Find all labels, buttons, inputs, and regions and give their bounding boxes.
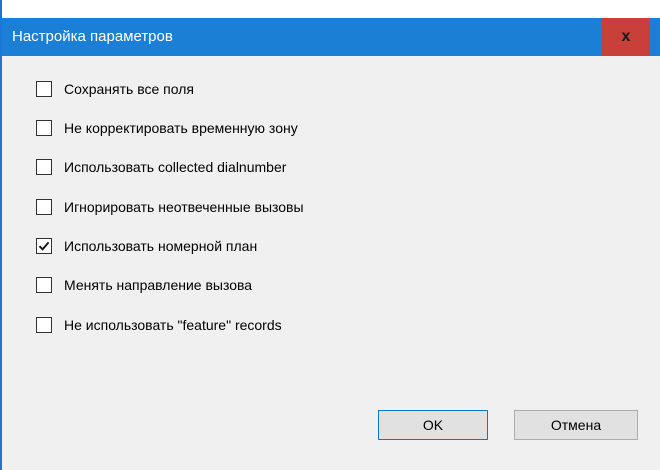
checkbox-checked[interactable]	[36, 238, 52, 254]
option-label: Использовать номерной план	[64, 238, 258, 254]
cancel-button[interactable]: Отмена	[514, 410, 638, 440]
checkmark-icon	[38, 241, 50, 251]
option-label: Менять направление вызова	[64, 277, 253, 293]
title-bar[interactable]: Настройка параметров x	[2, 0, 660, 56]
option-no-feature-records[interactable]: Не использовать "feature" records	[36, 314, 282, 336]
option-ignore-unanswered[interactable]: Игнорировать неотвеченные вызовы	[36, 196, 304, 218]
close-button[interactable]: x	[602, 18, 650, 56]
option-label: Не корректировать временную зону	[64, 120, 298, 136]
dialog-body: Сохранять все поля Не корректировать вре…	[2, 56, 660, 470]
title-bar-strip[interactable]: Настройка параметров x	[2, 18, 660, 56]
dialog-title: Настройка параметров	[12, 28, 173, 45]
option-save-all-fields[interactable]: Сохранять все поля	[36, 78, 194, 100]
checkbox[interactable]	[36, 199, 52, 215]
option-label: Не использовать "feature" records	[64, 317, 282, 333]
close-icon: x	[621, 28, 631, 45]
ok-button[interactable]: OK	[378, 410, 488, 440]
option-use-numbering-plan[interactable]: Использовать номерной план	[36, 235, 257, 257]
checkbox[interactable]	[36, 120, 52, 136]
option-no-timezone-correction[interactable]: Не корректировать временную зону	[36, 117, 298, 139]
checkbox[interactable]	[36, 277, 52, 293]
option-label: Игнорировать неотвеченные вызовы	[64, 199, 304, 215]
settings-dialog: Настройка параметров x Сохранять все пол…	[0, 0, 660, 470]
option-label: Использовать collected dialnumber	[64, 159, 287, 175]
option-label: Сохранять все поля	[64, 81, 194, 97]
option-collected-dialnumber[interactable]: Использовать collected dialnumber	[36, 156, 286, 178]
checkbox[interactable]	[36, 159, 52, 175]
checkbox[interactable]	[36, 81, 52, 97]
checkbox[interactable]	[36, 317, 52, 333]
option-change-call-direction[interactable]: Менять направление вызова	[36, 274, 252, 296]
